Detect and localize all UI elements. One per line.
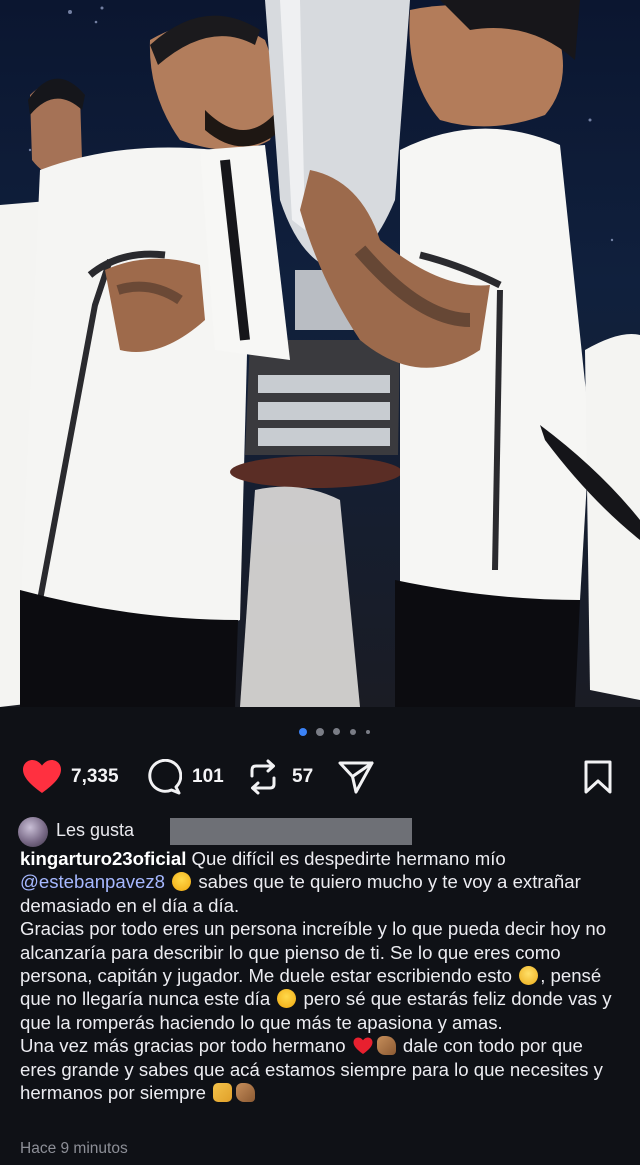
caption-username[interactable]: kingarturo23oficial — [20, 848, 186, 869]
handshake-emoji-icon — [213, 1083, 233, 1103]
crying-emoji-icon — [172, 872, 192, 892]
flexed-biceps-emoji-icon — [376, 1036, 396, 1056]
heart-filled-icon[interactable] — [22, 759, 62, 795]
liker-avatar[interactable] — [18, 817, 48, 847]
carousel-indicator — [0, 727, 640, 739]
caption-text: Gracias por todo eres un persona increíb… — [20, 918, 607, 987]
pensive-emoji-icon — [519, 966, 539, 986]
flexed-biceps-emoji-icon — [236, 1083, 256, 1103]
liked-by-row[interactable]: Les gusta — [18, 816, 618, 847]
liked-by-label: Les gusta — [56, 820, 135, 840]
caption-text: Que difícil es despedirte hermano mío — [186, 848, 506, 869]
caption-paragraph-1: kingarturo23oficial Que difícil es despe… — [20, 847, 624, 917]
comment-count[interactable]: 101 — [192, 766, 224, 788]
like-count[interactable]: 7,335 — [71, 766, 119, 788]
caption-paragraph-3: Una vez más gracias por todo hermano dal… — [20, 1034, 624, 1104]
repost-count[interactable]: 57 — [292, 766, 313, 788]
carousel-dot — [333, 728, 340, 735]
mention-link[interactable]: @estebanpavez8 — [20, 871, 165, 892]
photo-illustration — [0, 0, 640, 707]
caption-paragraph-2: Gracias por todo eres un persona increíb… — [20, 917, 624, 1034]
post-caption: kingarturo23oficial Que difícil es despe… — [20, 847, 624, 1104]
redacted-names-block — [170, 818, 412, 845]
post-photo[interactable] — [0, 0, 640, 707]
carousel-dot — [350, 729, 356, 735]
bookmark-icon[interactable] — [583, 760, 613, 794]
repost-arrows-icon[interactable] — [246, 758, 280, 796]
carousel-dot — [316, 728, 324, 736]
post-timestamp: Hace 9 minutos — [20, 1140, 128, 1157]
carousel-dot-active — [299, 728, 307, 736]
carousel-dot — [366, 730, 370, 734]
crying-emoji-icon — [277, 989, 297, 1009]
red-heart-emoji-icon — [353, 1037, 373, 1055]
caption-text: Una vez más gracias por todo hermano — [20, 1035, 346, 1057]
post-action-bar: 7,335 101 57 — [0, 755, 640, 799]
comment-bubble-icon[interactable] — [146, 759, 182, 795]
paper-plane-icon[interactable] — [337, 759, 375, 795]
